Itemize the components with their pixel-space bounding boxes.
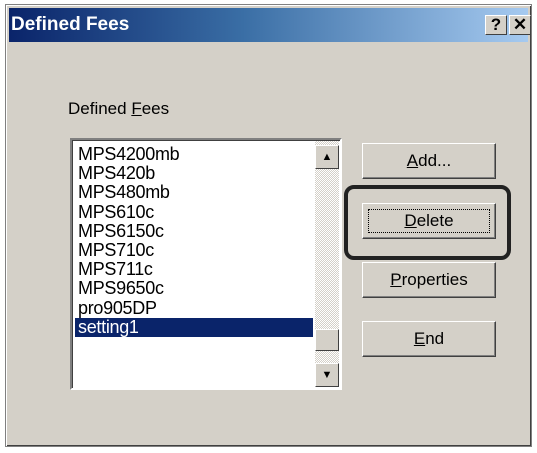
delete-callout-highlight [344,185,511,260]
add-label: dd... [418,151,452,170]
list-item[interactable]: MPS480mb [75,183,313,202]
end-button[interactable]: End [362,321,496,357]
list-item[interactable]: MPS6150c [75,221,313,241]
end-accel-key: E [413,329,426,348]
end-label: nd [425,329,445,348]
list-item[interactable]: pro905DP [75,298,313,318]
fees-list: MPS4200mb MPS420b MPS480mb MPS610c MPS61… [75,144,313,337]
help-button[interactable]: ? [485,15,507,35]
add-button[interactable]: Add... [362,143,496,179]
label-text-before: Defined [68,99,132,118]
list-item[interactable]: MPS710c [75,240,313,260]
list-item[interactable]: MPS711c [75,260,313,279]
add-accel-key: A [406,151,419,170]
scroll-down-icon[interactable]: ▼ [315,363,339,387]
list-item[interactable]: MPS610c [75,202,313,222]
fees-listbox[interactable]: MPS4200mb MPS420b MPS480mb MPS610c MPS61… [70,138,342,390]
defined-fees-label: Defined Fees [68,99,169,119]
properties-button[interactable]: Properties [362,262,496,298]
title-bar[interactable]: Defined Fees ? ✕ [9,8,531,42]
scroll-thumb[interactable] [315,329,339,351]
list-item[interactable]: MPS9650c [75,279,313,298]
properties-label: roperties [401,270,468,289]
label-text-after: ees [141,99,170,118]
close-button[interactable]: ✕ [509,15,531,35]
list-item[interactable]: setting1 [75,317,313,337]
label-accel-key: F [131,99,142,118]
vertical-scrollbar[interactable]: ▲ ▼ [315,141,339,387]
properties-accel-key: P [390,270,402,289]
list-item[interactable]: MPS4200mb [75,144,313,164]
window-title: Defined Fees [11,14,130,35]
defined-fees-dialog: Defined Fees ? ✕ Defined Fees MPS4200mb … [5,4,532,447]
scroll-up-icon[interactable]: ▲ [315,145,339,169]
list-item[interactable]: MPS420b [75,164,313,183]
